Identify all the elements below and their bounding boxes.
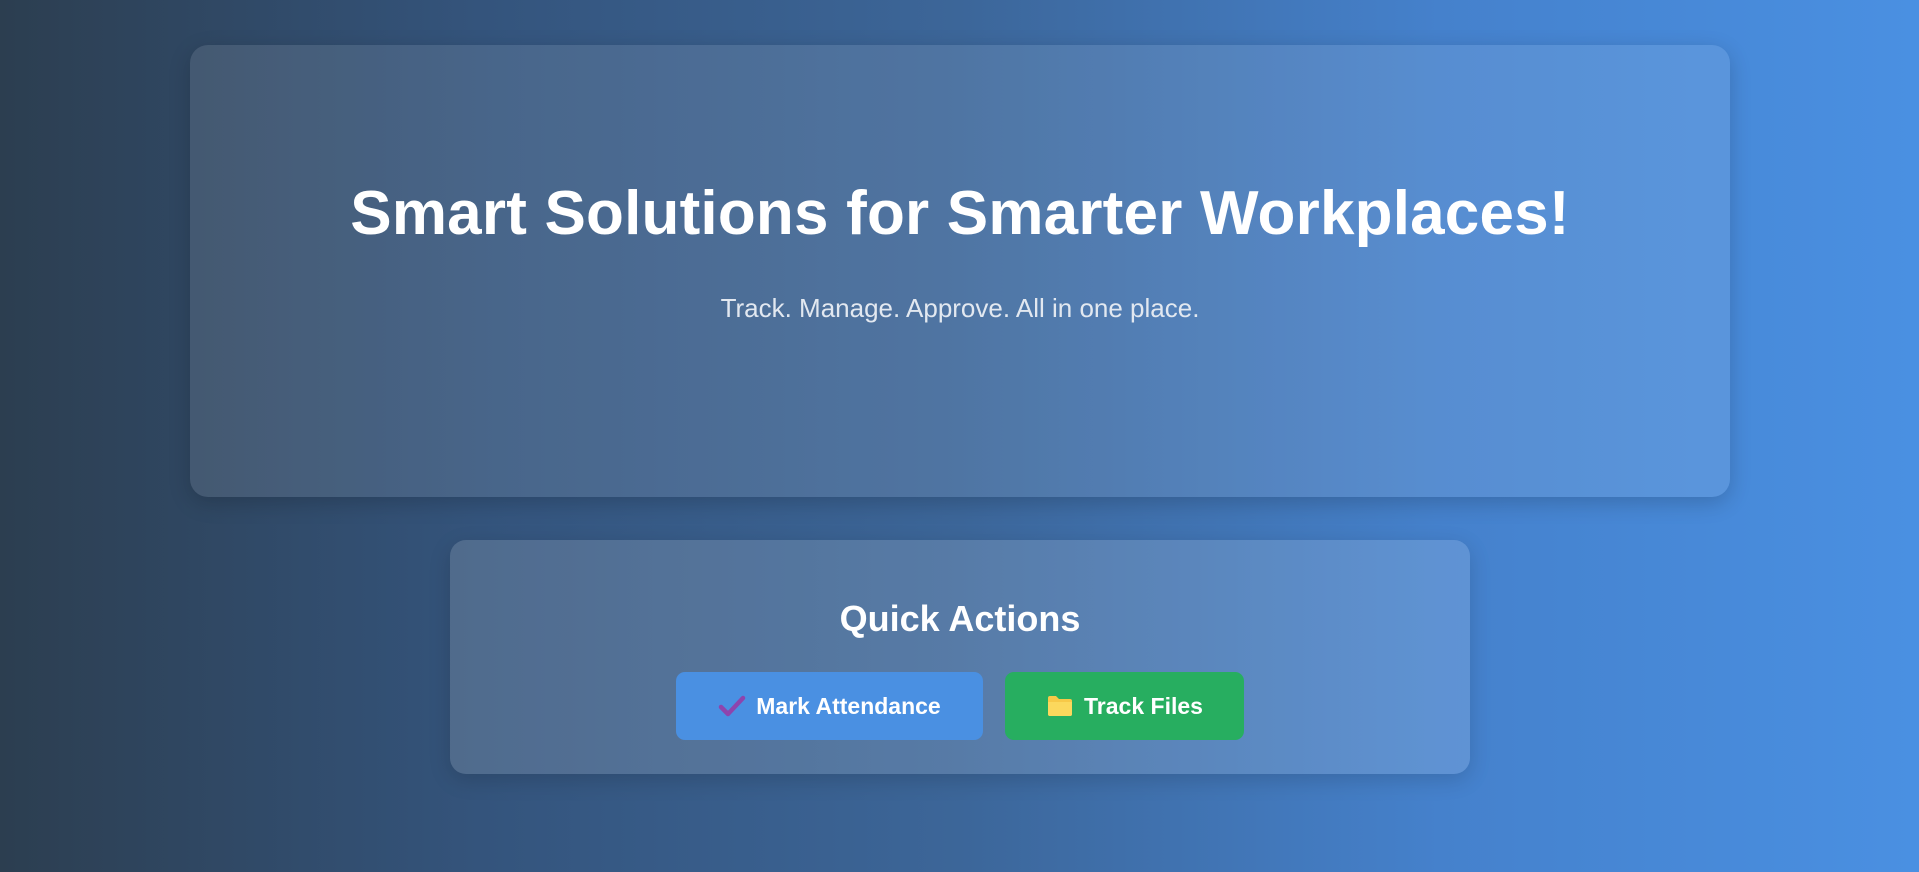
- mark-attendance-label: Mark Attendance: [756, 692, 941, 719]
- hero-banner: Smart Solutions for Smarter Workplaces! …: [190, 45, 1730, 497]
- quick-actions-heading: Quick Actions: [839, 598, 1081, 639]
- folder-icon: [1046, 692, 1074, 720]
- check-icon: [718, 692, 746, 720]
- hero-title: Smart Solutions for Smarter Workplaces!: [350, 179, 1570, 248]
- track-files-button[interactable]: Track Files: [1005, 672, 1244, 740]
- track-files-label: Track Files: [1084, 692, 1203, 719]
- quick-actions-panel: Quick Actions Mark Attendance Track File…: [450, 540, 1470, 774]
- hero-subtitle: Track. Manage. Approve. All in one place…: [720, 293, 1200, 323]
- quick-actions-button-row: Mark Attendance Track Files: [676, 672, 1244, 740]
- mark-attendance-button[interactable]: Mark Attendance: [676, 672, 983, 740]
